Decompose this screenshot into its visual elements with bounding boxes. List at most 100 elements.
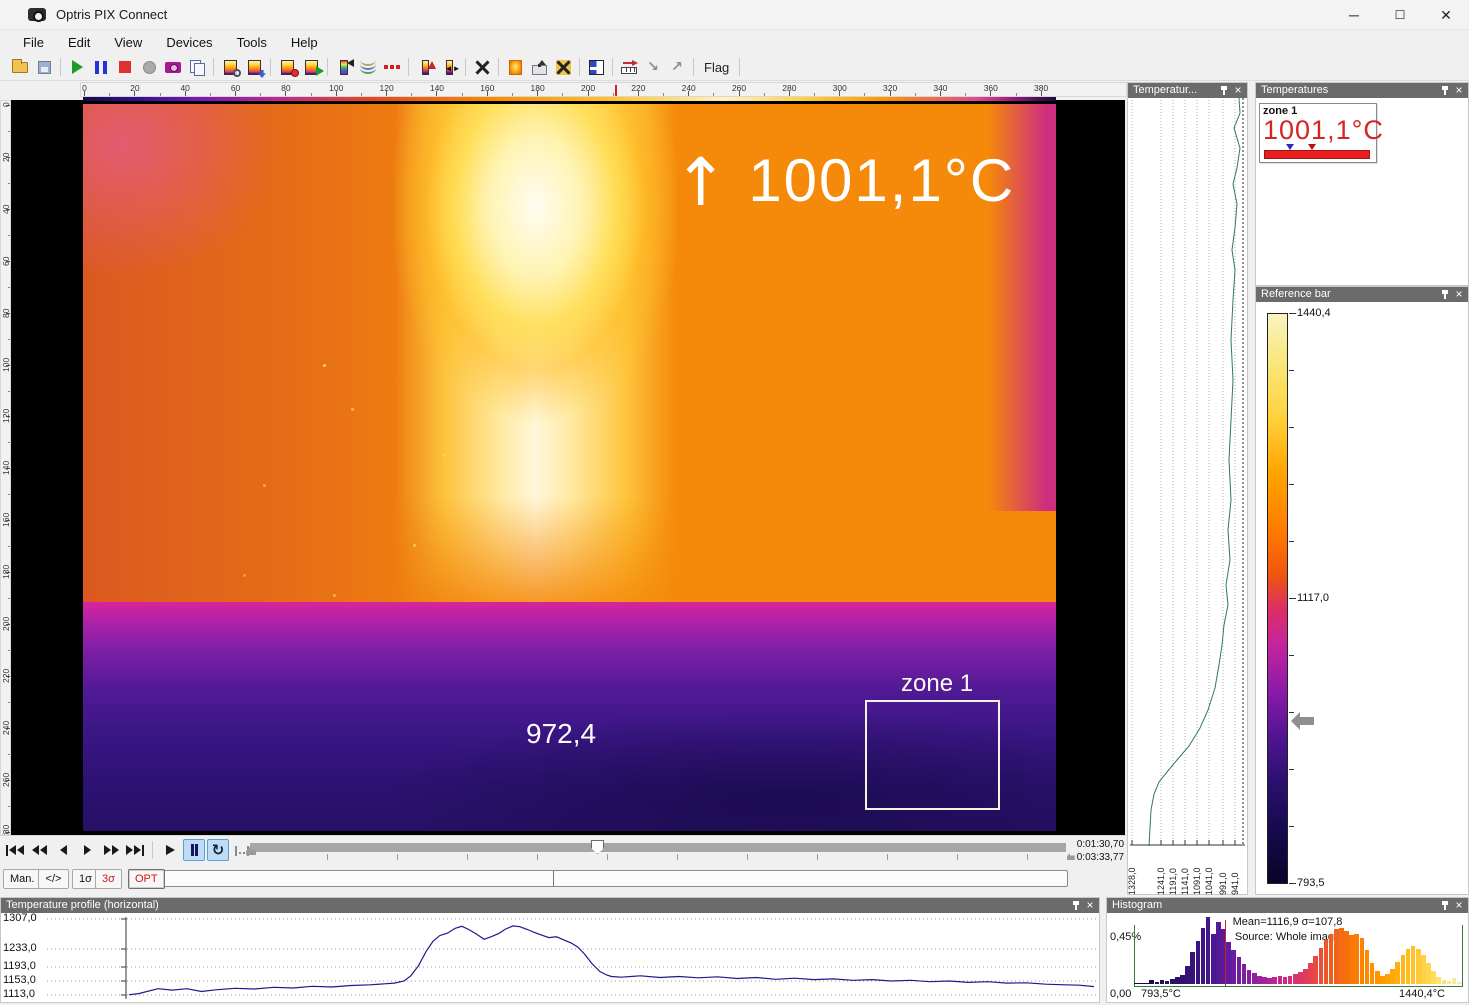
application-window: Optris PIX Connect ─ ☐ ✕ FileEditViewDev… (0, 0, 1469, 1005)
skip-end-button[interactable] (124, 839, 146, 861)
menu-item-tools[interactable]: Tools (226, 32, 278, 53)
layout-icon[interactable] (584, 56, 608, 78)
panel-histogram: Histogram × Mean=1116,9 σ=107,8 Source: … (1106, 897, 1469, 1003)
ruler-label: 120 (1, 405, 11, 427)
record-icon[interactable] (137, 56, 161, 78)
loop-icon: ↻ (212, 841, 225, 859)
ruler-icon[interactable] (617, 56, 641, 78)
step-back-button[interactable] (52, 839, 74, 861)
palette-icon[interactable] (332, 56, 356, 78)
close-icon[interactable]: × (1452, 83, 1466, 98)
panel-title: Temperatures (1261, 83, 1328, 98)
rewind-button[interactable] (28, 839, 50, 861)
maximize-button[interactable]: ☐ (1377, 0, 1423, 30)
ruler-minor-tick (915, 93, 916, 96)
close-button[interactable]: ✕ (1423, 0, 1469, 30)
ruler-label: 240 (1, 717, 11, 739)
histogram-bar (1308, 963, 1313, 984)
reference-level-arrow-icon[interactable] (1300, 717, 1314, 725)
pause-icon[interactable] (89, 56, 113, 78)
mode-button-[interactable]: </> (38, 869, 69, 889)
panel-header[interactable]: Temperature profile (horizontal) × (1, 898, 1099, 913)
save-image-icon[interactable] (242, 56, 266, 78)
histogram-bar (1447, 981, 1452, 984)
panel-header[interactable]: Temperatur... × (1128, 83, 1247, 98)
temperature-time-chart (1128, 98, 1247, 846)
ruler-label: 260 (1, 769, 11, 791)
pin-icon[interactable] (1217, 84, 1231, 97)
ruler-minor-tick (814, 93, 815, 96)
flame-icon[interactable] (503, 56, 527, 78)
zone-readout[interactable]: zone 1 1001,1°C (1259, 103, 1377, 163)
close-icon[interactable]: × (1231, 83, 1245, 98)
measure-areas-icon[interactable] (356, 56, 380, 78)
ruler-minor-tick (210, 93, 211, 96)
menu-item-help[interactable]: Help (280, 32, 329, 53)
buffer-progress-bar[interactable] (162, 870, 1068, 887)
window-title: Optris PIX Connect (56, 7, 167, 22)
device-setup-icon[interactable] (551, 56, 575, 78)
snapshot-icon[interactable] (161, 56, 185, 78)
menu-item-edit[interactable]: Edit (57, 32, 101, 53)
pin-icon[interactable] (1438, 899, 1452, 912)
axis-label: 1307,0 (3, 912, 47, 924)
mode-button-man[interactable]: Man. (3, 869, 41, 889)
loop-button[interactable]: ↻ (207, 839, 229, 861)
zone-rectangle[interactable] (865, 700, 1000, 810)
histogram-bar (1334, 929, 1339, 984)
play-button[interactable] (159, 839, 181, 861)
configuration-icon[interactable] (470, 56, 494, 78)
ruler-minor-tick (8, 598, 10, 599)
close-icon[interactable]: × (1452, 898, 1466, 913)
range-up-icon[interactable] (413, 56, 437, 78)
ruler-minor-tick (663, 93, 664, 96)
range-fit-icon[interactable]: ◄► (437, 56, 461, 78)
timeline-track[interactable] (250, 843, 1066, 852)
pin-icon[interactable] (1438, 288, 1452, 301)
open-file-icon[interactable] (8, 56, 32, 78)
axis-label: 941,0 (1230, 849, 1240, 895)
play-radiometric-icon[interactable] (299, 56, 323, 78)
close-icon[interactable]: × (1083, 898, 1097, 913)
menu-item-file[interactable]: File (12, 32, 55, 53)
panel-header[interactable]: Histogram × (1107, 898, 1468, 913)
measure-points-icon[interactable] (380, 56, 404, 78)
panel-header[interactable]: Reference bar × (1256, 287, 1468, 302)
device-icon[interactable] (527, 56, 551, 78)
stop-icon[interactable] (113, 56, 137, 78)
ruler-label: 160 (1, 509, 11, 531)
histogram-bar (1416, 949, 1421, 984)
snap-down-icon[interactable]: ↘ (641, 56, 665, 78)
histogram-bar (1237, 957, 1242, 984)
reference-tick (1289, 769, 1294, 770)
close-icon[interactable]: × (1452, 287, 1466, 302)
histogram-bar (1411, 946, 1416, 984)
thermal-image[interactable]: ↑ 1001,1°C 972,4 zone 1 (83, 104, 1056, 831)
copy-icon[interactable] (185, 56, 209, 78)
minimize-button[interactable]: ─ (1331, 0, 1377, 30)
histogram-bar (1231, 950, 1236, 984)
histogram-bar (1365, 950, 1370, 984)
mode-button-3[interactable]: 3σ (95, 869, 122, 889)
open-image-icon[interactable] (218, 56, 242, 78)
zone-label: zone 1 (901, 670, 973, 698)
play-icon[interactable] (65, 56, 89, 78)
snap-up-icon[interactable]: ↗ (665, 56, 689, 78)
menu-item-view[interactable]: View (103, 32, 153, 53)
menu-item-devices[interactable]: Devices (155, 32, 223, 53)
save-icon[interactable] (32, 56, 56, 78)
record-radiometric-icon[interactable] (275, 56, 299, 78)
fast-forward-button[interactable] (100, 839, 122, 861)
timeline-tick (327, 854, 328, 860)
pin-icon[interactable] (1069, 899, 1083, 912)
timeline-tick (607, 854, 608, 860)
step-forward-button[interactable] (76, 839, 98, 861)
pin-icon[interactable] (1438, 84, 1452, 97)
vertical-splitter[interactable] (1248, 82, 1255, 895)
skip-start-button[interactable] (4, 839, 26, 861)
reference-color-bar[interactable] (1267, 313, 1288, 884)
flag-button[interactable]: Flag (698, 60, 735, 75)
mode-button-opt[interactable]: OPT (128, 869, 165, 889)
panel-header[interactable]: Temperatures × (1256, 83, 1468, 98)
pause-button[interactable] (183, 839, 205, 861)
